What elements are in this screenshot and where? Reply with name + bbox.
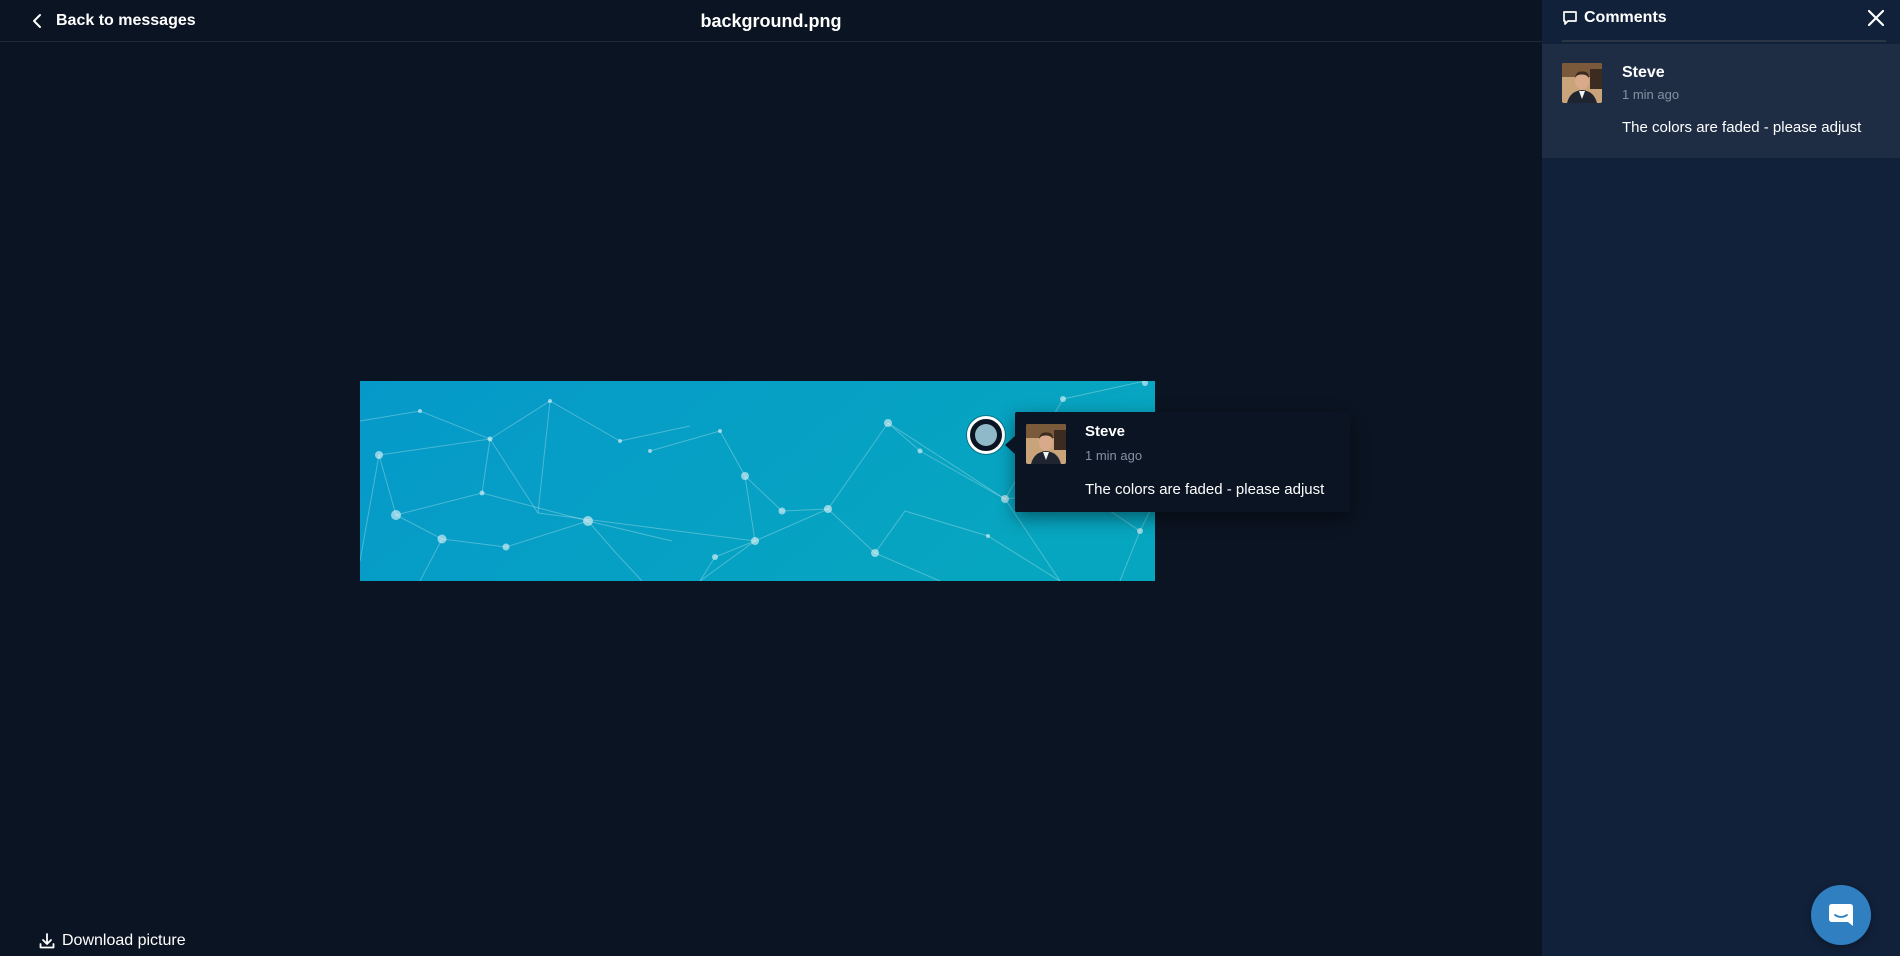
avatar bbox=[1026, 424, 1066, 464]
back-to-messages-link[interactable]: Back to messages bbox=[32, 8, 196, 34]
download-picture-button[interactable]: Download picture bbox=[39, 930, 186, 952]
close-icon bbox=[1864, 6, 1888, 30]
pin-comment-popover: Steve 1 min ago The colors are faded - p… bbox=[1005, 412, 1350, 512]
file-title: background.png bbox=[700, 11, 842, 31]
comments-panel-header: Comments bbox=[1562, 0, 1886, 42]
image-viewer-app: Back to messages background.png Steve 1 … bbox=[0, 0, 1900, 956]
file-title-container: background.png bbox=[0, 8, 1542, 34]
download-icon bbox=[39, 933, 55, 949]
comments-title-label: Comments bbox=[1584, 9, 1667, 26]
comment-pin-marker[interactable] bbox=[967, 416, 1005, 454]
comment-pin-dot bbox=[975, 424, 997, 446]
comments-panel-title: Comments bbox=[1562, 8, 1667, 28]
comment-icon bbox=[1562, 10, 1578, 26]
pin-comment-time: 1 min ago bbox=[1085, 448, 1143, 463]
comments-panel: Comments Steve 1 min ago The colors are … bbox=[1542, 0, 1900, 956]
comment-time: 1 min ago bbox=[1622, 87, 1680, 102]
chevron-left-icon bbox=[32, 13, 42, 29]
image-viewer: Back to messages background.png Steve 1 … bbox=[0, 0, 1542, 956]
pin-comment-author: Steve bbox=[1085, 423, 1126, 440]
back-link-label: Back to messages bbox=[56, 12, 196, 29]
close-comments-button[interactable] bbox=[1864, 6, 1888, 30]
comment-list-item[interactable]: Steve 1 min ago The colors are faded - p… bbox=[1542, 44, 1900, 158]
download-label: Download picture bbox=[62, 932, 186, 949]
chat-icon bbox=[1826, 900, 1856, 930]
viewer-topbar: Back to messages background.png bbox=[0, 0, 1542, 42]
comment-text: The colors are faded - please adjust bbox=[1622, 119, 1862, 136]
pin-comment-text: The colors are faded - please adjust bbox=[1085, 481, 1325, 498]
comment-author: Steve bbox=[1622, 64, 1665, 81]
popover-arrow bbox=[1005, 436, 1015, 454]
chat-launcher-button[interactable] bbox=[1811, 885, 1871, 945]
avatar bbox=[1562, 63, 1602, 103]
